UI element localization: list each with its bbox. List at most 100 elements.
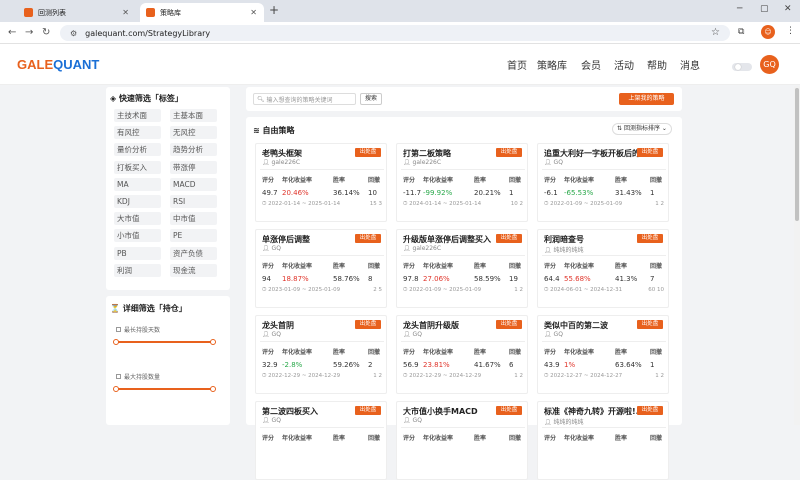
filter-tag[interactable]: 中市值 [170, 212, 217, 226]
new-tab-icon[interactable]: + [269, 3, 279, 17]
browser-profile-icon[interactable]: ☺ [761, 25, 775, 39]
strategy-card[interactable]: 龙头首阴升级版 出处盘 👤︎ GQ 评分 年化收益率 胜率 回撤 56.9 23.81% 41.6… [396, 315, 528, 394]
strategy-author[interactable]: 👤︎ GQ [262, 331, 281, 338]
strategy-card[interactable]: 追重大利好一字板开板后的... 出处盘 👤︎ GQ 评分 年化收益率 胜率 回撤 -6.1 -6… [537, 143, 669, 222]
divider [260, 341, 384, 342]
metric-header: 回撤 [650, 349, 663, 356]
strategy-card[interactable]: 老鸭头框架 出处盘 👤︎ gale226C 评分 年化收益率 胜率 回撤 49.7 20.46%… [255, 143, 387, 222]
maximize-icon[interactable]: ▢ [760, 4, 769, 14]
tab-strategy-library[interactable]: 策略库 ✕ [140, 3, 264, 22]
upload-strategy-button[interactable]: 上架我的策略 [619, 93, 674, 105]
strategy-name[interactable]: 老鸭头框架 [262, 148, 357, 159]
strategy-card[interactable]: 大市值小换手MACD 出处盘 👤︎ GQ 评分 年化收益率 胜率 回撤 [396, 401, 528, 480]
strategy-name[interactable]: 打第二板策略 [403, 148, 498, 159]
strategy-author[interactable]: 👤︎ GQ [262, 245, 281, 252]
filter-tag[interactable]: 主基本面 [170, 109, 217, 122]
hold-days-min-handle[interactable] [113, 339, 119, 345]
strategy-card[interactable]: 标准《神奇九转》开源啦!... 出处盘 👤︎ 纯纯的纯纯 评分 年化收益率 胜率 回撤 [537, 401, 669, 480]
strategy-name[interactable]: 升级版单涨停后调整买入 [403, 234, 498, 245]
sort-dropdown[interactable]: ⇅ 回测指标排序 ⌄ [612, 123, 672, 135]
search-button[interactable]: 搜索 [360, 93, 382, 105]
forward-icon[interactable]: → [25, 27, 33, 38]
bookmark-star-icon[interactable]: ☆ [711, 27, 720, 38]
strategy-author[interactable]: 👤︎ 纯纯的纯纯 [544, 245, 584, 254]
strategy-author[interactable]: 👤︎ GQ [262, 417, 281, 424]
strategy-badge: 出处盘 [637, 234, 663, 243]
close-tab-icon[interactable]: ✕ [250, 8, 257, 17]
strategy-author[interactable]: 👤︎ GQ [403, 331, 422, 338]
filter-tag[interactable]: 利润 [114, 263, 161, 277]
extensions-icon[interactable]: ⧉ [738, 27, 744, 37]
page-scrollbar[interactable] [794, 86, 800, 425]
max-holdings-slider-track[interactable] [116, 388, 213, 390]
close-window-icon[interactable]: ✕ [784, 4, 792, 14]
metric-win-rate: 63.64% [615, 361, 642, 369]
metric-header: 评分 [544, 349, 557, 356]
strategy-card[interactable]: 利润暗查号 出处盘 👤︎ 纯纯的纯纯 评分 年化收益率 胜率 回撤 64.4 55.68% 41.… [537, 229, 669, 308]
strategy-name[interactable]: 龙头首阴 [262, 320, 357, 331]
strategy-card[interactable]: 单涨停后调整 出处盘 👤︎ GQ 评分 年化收益率 胜率 回撤 94 18.87% 58.76% 8… [255, 229, 387, 308]
nav-messages[interactable]: 消息 [680, 57, 700, 72]
strategy-name[interactable]: 大市值小换手MACD [403, 406, 498, 417]
browser-menu-icon[interactable]: ⋮ [786, 26, 795, 36]
search-input[interactable]: 🔍︎ 输入想查询的策略关键词 [253, 93, 356, 105]
theme-toggle[interactable] [732, 63, 752, 71]
strategy-name[interactable]: 单涨停后调整 [262, 234, 357, 245]
url-field[interactable]: ⚙ galequant.com/StrategyLibrary [60, 25, 730, 41]
metric-annual-return: 55.68% [564, 275, 591, 283]
strategy-author[interactable]: 👤︎ gale226C [262, 159, 300, 166]
strategy-author[interactable]: 👤︎ GQ [544, 331, 563, 338]
strategy-name[interactable]: 类似中百的第二波 [544, 320, 639, 331]
hold-days-max-handle[interactable] [210, 339, 216, 345]
filter-tag[interactable]: 有风控 [114, 126, 161, 140]
filter-tag[interactable]: 大市值 [114, 212, 161, 226]
strategy-card[interactable]: 龙头首阴 出处盘 👤︎ GQ 评分 年化收益率 胜率 回撤 32.9 -2.8% 59.26% 2 🕒… [255, 315, 387, 394]
filter-tag[interactable]: PB [114, 246, 161, 260]
strategy-name[interactable]: 追重大利好一字板开板后的... [544, 148, 639, 159]
minimize-icon[interactable]: ─ [737, 4, 742, 14]
filter-tag[interactable]: 量价分析 [114, 143, 161, 157]
strategy-name[interactable]: 标准《神奇九转》开源啦!... [544, 406, 639, 417]
filter-tag[interactable]: 带涨停 [170, 160, 217, 174]
strategy-card[interactable]: 打第二板策略 出处盘 👤︎ gale226C 评分 年化收益率 胜率 回撤 -11.7 -99.… [396, 143, 528, 222]
filter-tag[interactable]: RSI [170, 195, 217, 208]
strategy-name[interactable]: 龙头首阴升级版 [403, 320, 498, 331]
filter-tag[interactable]: MA [114, 177, 161, 191]
filter-tag[interactable]: 主技术面 [114, 109, 161, 122]
strategy-name[interactable]: 第二波四板买入 [262, 406, 357, 417]
avatar[interactable]: GQ [760, 55, 779, 74]
strategy-name[interactable]: 利润暗查号 [544, 234, 639, 245]
max-holdings-max-handle[interactable] [210, 386, 216, 392]
nav-help[interactable]: 帮助 [647, 57, 667, 72]
nav-membership[interactable]: 会员 [581, 57, 601, 72]
nav-strategy-library[interactable]: 策略库 [537, 57, 567, 72]
strategy-author[interactable]: 👤︎ gale226C [403, 159, 441, 166]
tab-backtest-list[interactable]: 回测列表 ✕ [18, 3, 136, 22]
strategy-card[interactable]: 升级版单涨停后调整买入 出处盘 👤︎ gale226C 评分 年化收益率 胜率 回撤 97.8… [396, 229, 528, 308]
filter-tag[interactable]: 现金流 [170, 263, 217, 277]
filter-tag[interactable]: PE [170, 229, 217, 243]
nav-events[interactable]: 活动 [614, 57, 634, 72]
nav-home[interactable]: 首页 [507, 57, 527, 72]
strategy-card[interactable]: 类似中百的第二波 出处盘 👤︎ GQ 评分 年化收益率 胜率 回撤 43.9 1% 63.64% 1… [537, 315, 669, 394]
filter-tag[interactable]: 小市值 [114, 229, 161, 243]
filter-tag[interactable]: 趋势分析 [170, 143, 217, 157]
filter-tag[interactable]: 打板买入 [114, 160, 161, 174]
max-holdings-min-handle[interactable] [113, 386, 119, 392]
strategy-author[interactable]: 👤︎ GQ [403, 417, 422, 424]
comment-text: 10 2 [510, 201, 523, 207]
back-icon[interactable]: ← [8, 27, 16, 38]
backtest-date-range: 🕒︎ 2022-12-27 ~ 2024-12-27 [544, 373, 623, 379]
site-logo[interactable]: GALEQUANT [17, 57, 99, 72]
strategy-author[interactable]: 👤︎ GQ [544, 159, 563, 166]
filter-tag[interactable]: 资产负债 [170, 246, 217, 260]
strategy-card[interactable]: 第二波四板买入 出处盘 👤︎ GQ 评分 年化收益率 胜率 回撤 [255, 401, 387, 480]
filter-tag[interactable]: MACD [170, 177, 217, 191]
filter-tag[interactable]: KDJ [114, 195, 161, 208]
reload-icon[interactable]: ↻ [42, 27, 50, 38]
filter-tag[interactable]: 无风控 [170, 126, 217, 140]
close-tab-icon[interactable]: ✕ [122, 8, 129, 17]
hold-days-slider-track[interactable] [116, 341, 213, 343]
site-info-icon[interactable]: ⚙ [70, 29, 77, 38]
strategy-author[interactable]: 👤︎ gale226C [403, 245, 441, 252]
